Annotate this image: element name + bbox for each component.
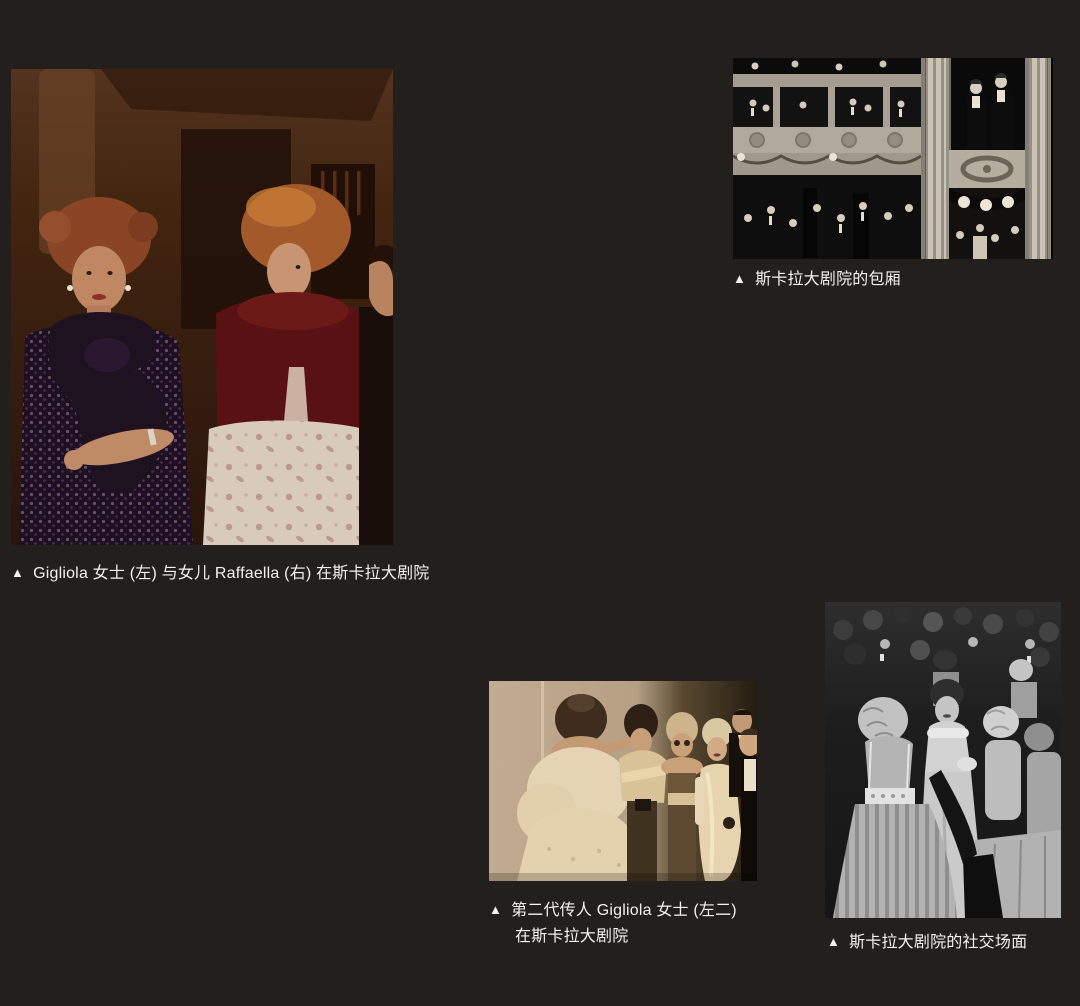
- photo-la-scala-boxes-illustration: [733, 58, 1053, 259]
- caption-text: Gigliola 女士 (左) 与女儿 Raffaella (右) 在斯卡拉大剧…: [33, 565, 429, 582]
- photo-caption-la-scala-boxes: ▲ 斯卡拉大剧院的包厢: [733, 267, 1073, 293]
- photo2-left-box-tiers: [733, 61, 921, 260]
- photo-gigliola-raffaella-illustration: TEATRO ALLA SCA Inaugurazione Stagione: [11, 69, 393, 545]
- caption-triangle-marker: ▲: [489, 897, 502, 923]
- photo2-column-right: [1025, 58, 1053, 259]
- photo-caption-gigliola-raffaella: ▲ Gigliola 女士 (左) 与女儿 Raffaella (右) 在斯卡拉大…: [11, 561, 431, 587]
- photo-gigliola-raffaella: TEATRO ALLA SCA Inaugurazione Stagione: [11, 69, 393, 545]
- photo2-center-box: [949, 58, 1025, 259]
- figure-second-generation-gigliola: ▲ 第二代传人 Gigliola 女士 (左二) 在斯卡拉大剧院: [489, 681, 769, 950]
- caption-triangle-marker: ▲: [733, 266, 746, 292]
- photo-social-scene-illustration: [825, 602, 1061, 918]
- caption-text: 斯卡拉大剧院的社交场面: [849, 934, 1027, 951]
- photo-caption-second-generation: ▲ 第二代传人 Gigliola 女士 (左二) 在斯卡拉大剧院: [489, 898, 769, 950]
- caption-text-line-1: 第二代传人 Gigliola 女士 (左二): [511, 902, 737, 919]
- photo-caption-social-scene: ▲ 斯卡拉大剧院的社交场面: [825, 930, 1075, 956]
- photo-la-scala-social-scene: [825, 602, 1061, 918]
- caption-triangle-marker: ▲: [827, 929, 840, 955]
- caption-text: 斯卡拉大剧院的包厢: [755, 271, 901, 288]
- figure-la-scala-boxes: ▲ 斯卡拉大剧院的包厢: [733, 58, 1073, 293]
- caption-text-line-2: 在斯卡拉大剧院: [489, 924, 769, 950]
- photo-second-generation-illustration: [489, 681, 757, 881]
- caption-triangle-marker: ▲: [11, 560, 24, 586]
- photo-second-generation-gigliola: [489, 681, 757, 881]
- article-page: TEATRO ALLA SCA Inaugurazione Stagione ▲…: [0, 0, 1080, 1006]
- photo-la-scala-boxes: [733, 58, 1053, 259]
- photo2-column-left: [921, 58, 951, 259]
- figure-gigliola-raffaella: TEATRO ALLA SCA Inaugurazione Stagione ▲…: [11, 69, 431, 587]
- figure-la-scala-social-scene: ▲ 斯卡拉大剧院的社交场面: [825, 602, 1075, 956]
